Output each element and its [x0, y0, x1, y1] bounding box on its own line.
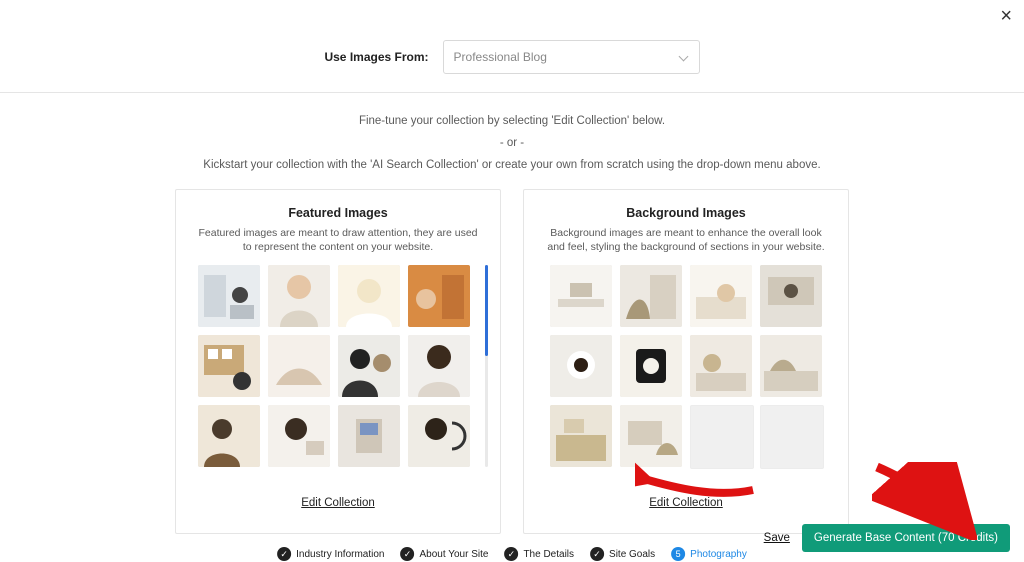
- generate-base-content-button[interactable]: Generate Base Content (70 Credits): [802, 524, 1010, 552]
- featured-thumb[interactable]: [268, 335, 330, 397]
- featured-images-panel: Featured Images Featured images are mean…: [175, 189, 501, 533]
- check-icon: [590, 547, 604, 561]
- background-thumb[interactable]: [620, 335, 682, 397]
- background-thumb[interactable]: [760, 265, 822, 327]
- step-about-your-site[interactable]: About Your Site: [400, 547, 488, 561]
- background-images-panel: Background Images Background images are …: [523, 189, 849, 533]
- background-thumb[interactable]: [690, 335, 752, 397]
- background-thumb[interactable]: [690, 265, 752, 327]
- background-grid: [536, 265, 836, 467]
- background-desc: Background images are meant to enhance t…: [536, 220, 836, 264]
- background-title: Background Images: [536, 206, 836, 220]
- featured-thumb[interactable]: [268, 265, 330, 327]
- check-icon: [504, 547, 518, 561]
- intro-line-2: Kickstart your collection with the 'AI S…: [0, 157, 1024, 173]
- featured-scrollbar[interactable]: [485, 265, 488, 467]
- step-site-goals[interactable]: Site Goals: [590, 547, 655, 561]
- step-label: Industry Information: [296, 549, 384, 560]
- background-edit-collection-link[interactable]: Edit Collection: [649, 497, 723, 509]
- step-label: About Your Site: [419, 549, 488, 560]
- step-photography[interactable]: 5 Photography: [671, 547, 747, 561]
- background-thumb[interactable]: [620, 265, 682, 327]
- featured-thumb[interactable]: [408, 265, 470, 327]
- featured-edit-collection-link[interactable]: Edit Collection: [301, 497, 375, 509]
- step-label: The Details: [523, 549, 574, 560]
- background-thumb[interactable]: [550, 335, 612, 397]
- check-icon: [400, 547, 414, 561]
- background-thumb[interactable]: [620, 405, 682, 467]
- close-icon[interactable]: ×: [1000, 6, 1012, 26]
- image-source-select[interactable]: Professional Blog: [443, 40, 700, 74]
- use-images-label: Use Images From:: [324, 50, 428, 64]
- featured-thumb[interactable]: [338, 405, 400, 467]
- featured-desc: Featured images are meant to draw attent…: [188, 220, 488, 264]
- featured-thumb[interactable]: [338, 265, 400, 327]
- featured-title: Featured Images: [188, 206, 488, 220]
- background-thumb-empty[interactable]: [760, 405, 824, 469]
- background-thumb[interactable]: [550, 405, 612, 467]
- chevron-down-icon: [679, 52, 689, 62]
- save-link[interactable]: Save: [764, 532, 790, 544]
- featured-thumb[interactable]: [198, 335, 260, 397]
- step-the-details[interactable]: The Details: [504, 547, 574, 561]
- step-number-icon: 5: [671, 547, 685, 561]
- intro-line-1: Fine-tune your collection by selecting '…: [0, 113, 1024, 129]
- background-thumb[interactable]: [760, 335, 822, 397]
- intro-text: Fine-tune your collection by selecting '…: [0, 93, 1024, 181]
- footer-actions: Save Generate Base Content (70 Credits): [764, 524, 1010, 552]
- featured-thumb[interactable]: [268, 405, 330, 467]
- featured-scrollbar-thumb[interactable]: [485, 265, 488, 356]
- step-label: Photography: [690, 549, 747, 560]
- collections-panels: Featured Images Featured images are mean…: [0, 181, 1024, 533]
- featured-thumb[interactable]: [198, 265, 260, 327]
- featured-thumb[interactable]: [408, 405, 470, 467]
- background-thumb-empty[interactable]: [690, 405, 754, 469]
- wizard-steps: Industry Information About Your Site The…: [277, 547, 747, 561]
- featured-thumb[interactable]: [198, 405, 260, 467]
- featured-thumb[interactable]: [338, 335, 400, 397]
- image-source-row: Use Images From: Professional Blog: [0, 0, 1024, 93]
- intro-or: - or -: [0, 129, 1024, 157]
- featured-thumb[interactable]: [408, 335, 470, 397]
- check-icon: [277, 547, 291, 561]
- featured-grid: [188, 265, 479, 467]
- background-thumb[interactable]: [550, 265, 612, 327]
- step-label: Site Goals: [609, 549, 655, 560]
- image-source-value: Professional Blog: [454, 50, 547, 64]
- step-industry-information[interactable]: Industry Information: [277, 547, 384, 561]
